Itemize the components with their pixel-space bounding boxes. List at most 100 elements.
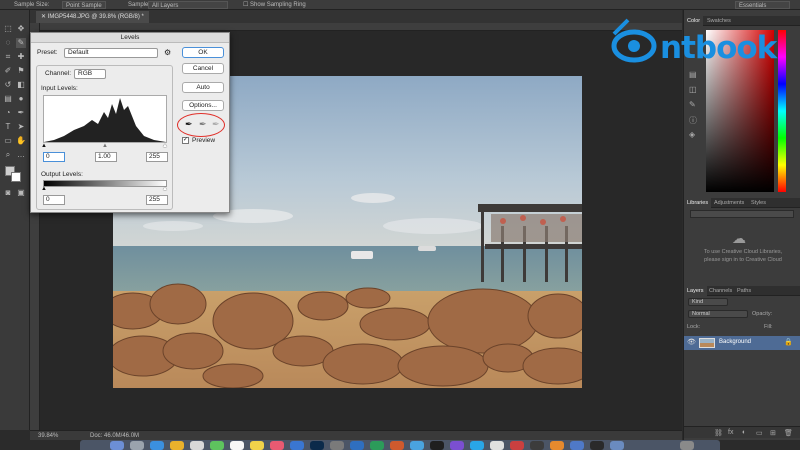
- path-selection-icon[interactable]: ➤: [16, 122, 26, 132]
- output-white-slider[interactable]: ▲: [162, 186, 168, 192]
- white-point-slider[interactable]: ▲: [162, 143, 168, 149]
- chrome-icon[interactable]: [170, 441, 184, 450]
- horizontal-ruler[interactable]: [40, 23, 682, 31]
- sampling-ring-checkbox[interactable]: ☐ Show Sampling Ring: [243, 1, 306, 9]
- add-mask-icon[interactable]: ◐: [742, 429, 746, 436]
- itunes-icon[interactable]: [450, 441, 464, 450]
- auto-button[interactable]: Auto: [182, 82, 224, 93]
- excel-icon[interactable]: [370, 441, 384, 450]
- tab-libraries[interactable]: Libraries: [684, 198, 712, 208]
- blend-mode-dropdown[interactable]: Normal: [688, 310, 748, 318]
- tab-paths[interactable]: Paths: [734, 286, 754, 296]
- sample-size-dropdown[interactable]: Point Sample: [62, 1, 106, 9]
- crop-tool-icon[interactable]: ⌗: [3, 52, 13, 62]
- telegram-icon[interactable]: [470, 441, 484, 450]
- blur-tool-icon[interactable]: ●: [16, 94, 26, 104]
- finder-icon[interactable]: [110, 441, 124, 450]
- close-tab-icon[interactable]: ✕: [41, 14, 48, 20]
- system-preferences-icon[interactable]: [330, 441, 344, 450]
- tab-channels[interactable]: Channels: [706, 286, 735, 296]
- history-brush-icon[interactable]: ↺: [3, 80, 13, 90]
- new-group-icon[interactable]: ▭: [756, 429, 763, 437]
- spot-healing-icon[interactable]: ✚: [16, 52, 26, 62]
- output-white-field[interactable]: 255: [146, 195, 168, 205]
- skype-icon[interactable]: [410, 441, 424, 450]
- layer-row-background[interactable]: 👁 Background 🔒: [684, 336, 800, 350]
- options-button[interactable]: Options...: [182, 100, 224, 111]
- gradient-tool-icon[interactable]: ▤: [3, 94, 13, 104]
- vlc-icon[interactable]: [550, 441, 564, 450]
- type-tool-icon[interactable]: T: [3, 122, 13, 132]
- downloads-stack-icon[interactable]: [590, 441, 604, 450]
- stamp-tool-icon[interactable]: ⚑: [16, 66, 26, 76]
- background-color-swatch[interactable]: [11, 172, 21, 182]
- gray-eyedropper-icon[interactable]: ✒: [199, 119, 207, 130]
- tab-layers[interactable]: Layers: [684, 286, 707, 296]
- quick-mask-icon[interactable]: ◙: [3, 188, 13, 198]
- black-eyedropper-icon[interactable]: ✒: [185, 119, 193, 130]
- pen-tool-icon[interactable]: ✒: [16, 108, 26, 118]
- hand-tool-icon[interactable]: ✋: [16, 136, 26, 146]
- gamma-slider[interactable]: ▲: [102, 143, 108, 149]
- white-eyedropper-icon[interactable]: ✒: [212, 119, 220, 130]
- photos-icon[interactable]: [270, 441, 284, 450]
- visibility-eye-icon[interactable]: 👁: [687, 338, 696, 346]
- link-layers-icon[interactable]: ⛓: [714, 429, 723, 437]
- document-tab[interactable]: ✕ IMGP5448.JPG @ 39.8% (RGB/8) *: [36, 11, 149, 23]
- zoom-level[interactable]: 39.84%: [38, 431, 58, 441]
- app-store-icon[interactable]: [290, 441, 304, 450]
- info-panel-icon[interactable]: ⓘ: [689, 115, 697, 126]
- input-white-field[interactable]: 255: [146, 152, 168, 162]
- mail-icon[interactable]: [190, 441, 204, 450]
- acrobat-icon[interactable]: [510, 441, 524, 450]
- textedit-icon[interactable]: [490, 441, 504, 450]
- word-icon[interactable]: [350, 441, 364, 450]
- workspace-dropdown[interactable]: Essentials: [735, 1, 790, 9]
- more-tools-icon[interactable]: …: [16, 150, 26, 160]
- channel-dropdown[interactable]: RGB: [74, 69, 106, 79]
- messages-icon[interactable]: [210, 441, 224, 450]
- shape-tool-icon[interactable]: ▭: [3, 136, 13, 146]
- output-black-field[interactable]: 0: [43, 195, 65, 205]
- layer-style-icon[interactable]: fx: [728, 429, 733, 436]
- terminal-icon[interactable]: [430, 441, 444, 450]
- photoshop-icon[interactable]: [310, 441, 324, 450]
- marquee-tool-icon[interactable]: ⬚: [3, 24, 13, 34]
- calendar-icon[interactable]: [230, 441, 244, 450]
- notes-icon[interactable]: [250, 441, 264, 450]
- eraser-tool-icon[interactable]: ◧: [16, 80, 26, 90]
- activity-monitor-icon[interactable]: [530, 441, 544, 450]
- safari-icon[interactable]: [150, 441, 164, 450]
- input-slider[interactable]: ▲ ▲ ▲: [41, 143, 168, 149]
- dialog-title[interactable]: Levels: [31, 33, 229, 43]
- sample-dropdown[interactable]: All Layers: [148, 1, 228, 9]
- 3d-panel-icon[interactable]: ◈: [689, 130, 695, 139]
- trash-icon[interactable]: [680, 441, 694, 450]
- properties-panel-icon[interactable]: ◫: [689, 85, 697, 94]
- tab-styles[interactable]: Styles: [748, 198, 769, 208]
- powerpoint-icon[interactable]: [390, 441, 404, 450]
- launchpad-icon[interactable]: [130, 441, 144, 450]
- preview-app-icon[interactable]: [570, 441, 584, 450]
- eyedropper-tool-icon[interactable]: ✎: [16, 38, 26, 48]
- zoom-tool-icon[interactable]: ⌕: [3, 150, 13, 160]
- brush-panel-icon[interactable]: ✎: [689, 100, 696, 109]
- screen-mode-icon[interactable]: ▣: [16, 188, 26, 198]
- layer-filter-dropdown[interactable]: Kind: [688, 298, 728, 306]
- ok-button[interactable]: OK: [182, 47, 224, 58]
- brush-tool-icon[interactable]: ✐: [3, 66, 13, 76]
- input-black-field[interactable]: 0: [43, 152, 65, 162]
- output-black-slider[interactable]: ▲: [41, 186, 47, 192]
- dodge-tool-icon[interactable]: ◔: [3, 108, 13, 118]
- delete-layer-icon[interactable]: 🗑: [784, 429, 793, 437]
- input-gamma-field[interactable]: 1.00: [95, 152, 117, 162]
- move-tool-icon[interactable]: ✥: [16, 24, 26, 34]
- folder-stack-icon[interactable]: [610, 441, 624, 450]
- new-layer-icon[interactable]: ⊞: [770, 429, 776, 437]
- cancel-button[interactable]: Cancel: [182, 63, 224, 74]
- black-point-slider[interactable]: ▲: [41, 143, 47, 149]
- preset-dropdown[interactable]: Default: [64, 48, 158, 58]
- preview-checkbox[interactable]: ✓: [182, 137, 189, 144]
- lasso-tool-icon[interactable]: ◌: [3, 38, 13, 48]
- library-dropdown[interactable]: [690, 210, 794, 218]
